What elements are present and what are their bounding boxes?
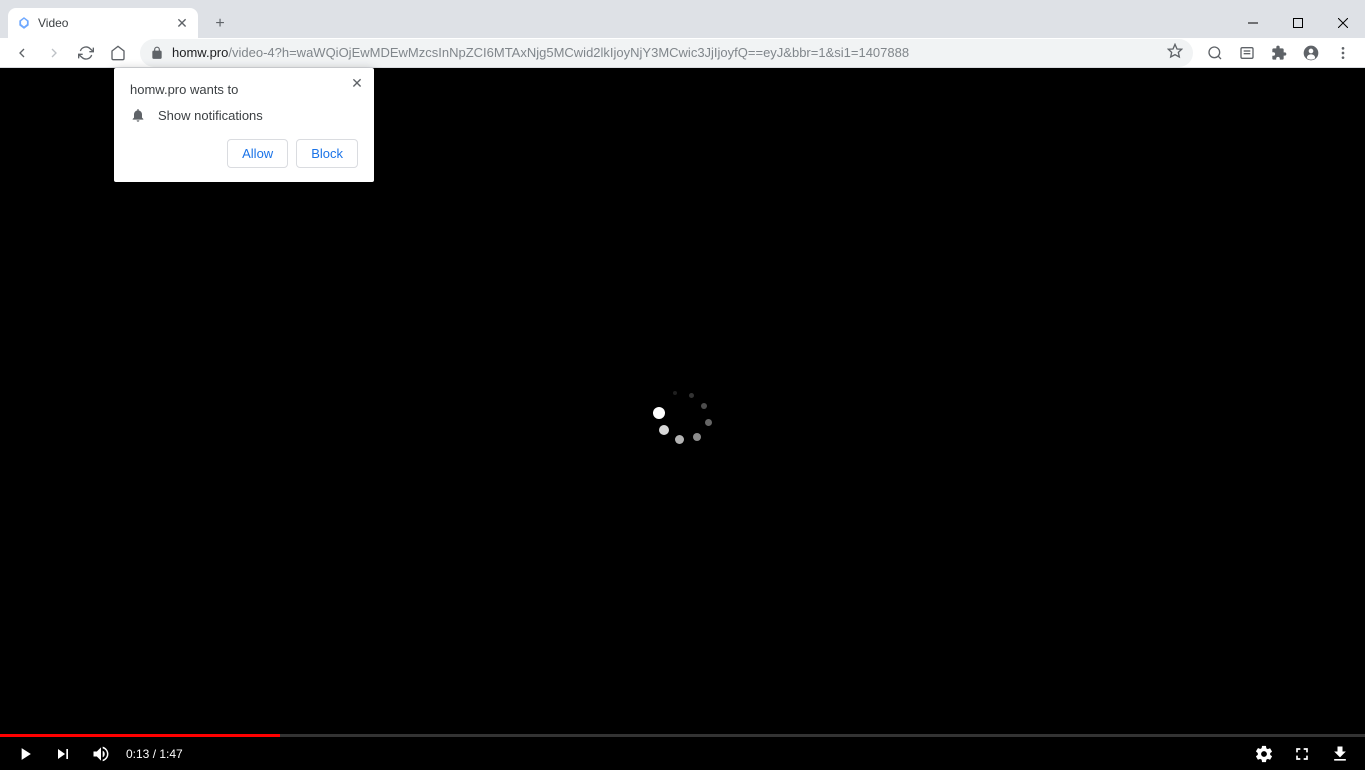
close-window-button[interactable] xyxy=(1320,8,1365,38)
extensions-icon[interactable] xyxy=(1265,39,1293,67)
lock-icon xyxy=(150,46,164,60)
reader-icon[interactable] xyxy=(1233,39,1261,67)
zoom-icon[interactable] xyxy=(1201,39,1229,67)
url-path: /video-4?h=waWQiOjEwMDEwMzcsInNpZCI6MTAx… xyxy=(228,45,909,60)
home-button[interactable] xyxy=(104,39,132,67)
profile-icon[interactable] xyxy=(1297,39,1325,67)
reload-button[interactable] xyxy=(72,39,100,67)
video-controls: 0:13 / 1:47 xyxy=(0,734,1365,770)
forward-button[interactable] xyxy=(40,39,68,67)
tab-favicon-icon xyxy=(16,15,32,31)
bookmark-icon[interactable] xyxy=(1167,43,1183,62)
window-titlebar xyxy=(0,0,1365,8)
tab-strip: Video ✕ + xyxy=(0,8,1365,38)
window-controls xyxy=(1230,8,1365,38)
address-bar[interactable]: homw.pro/video-4?h=waWQiOjEwMDEwMzcsInNp… xyxy=(140,39,1193,67)
notification-permission-popup: ✕ homw.pro wants to Show notifications A… xyxy=(114,68,374,182)
browser-tab[interactable]: Video ✕ xyxy=(8,8,198,38)
url-text: homw.pro/video-4?h=waWQiOjEwMDEwMzcsInNp… xyxy=(172,45,1159,60)
url-domain: homw.pro xyxy=(172,45,228,60)
progress-bar[interactable] xyxy=(0,734,1365,737)
tab-close-icon[interactable]: ✕ xyxy=(174,15,190,31)
next-button[interactable] xyxy=(50,741,76,767)
progress-fill xyxy=(0,734,280,737)
back-button[interactable] xyxy=(8,39,36,67)
allow-button[interactable]: Allow xyxy=(227,139,288,168)
play-button[interactable] xyxy=(12,741,38,767)
loading-spinner-icon xyxy=(653,389,713,449)
browser-toolbar: homw.pro/video-4?h=waWQiOjEwMDEwMzcsInNp… xyxy=(0,38,1365,68)
settings-button[interactable] xyxy=(1251,741,1277,767)
maximize-button[interactable] xyxy=(1275,8,1320,38)
download-button[interactable] xyxy=(1327,741,1353,767)
fullscreen-button[interactable] xyxy=(1289,741,1315,767)
notification-close-icon[interactable]: ✕ xyxy=(348,74,366,92)
volume-button[interactable] xyxy=(88,741,114,767)
notification-permission-text: Show notifications xyxy=(158,108,263,123)
minimize-button[interactable] xyxy=(1230,8,1275,38)
notification-title: homw.pro wants to xyxy=(130,82,358,97)
time-display: 0:13 / 1:47 xyxy=(126,747,183,761)
block-button[interactable]: Block xyxy=(296,139,358,168)
menu-icon[interactable] xyxy=(1329,39,1357,67)
duration: 1:47 xyxy=(159,747,182,761)
bell-icon xyxy=(130,107,146,123)
tab-title: Video xyxy=(38,16,168,30)
current-time: 0:13 xyxy=(126,747,149,761)
new-tab-button[interactable]: + xyxy=(206,10,234,38)
